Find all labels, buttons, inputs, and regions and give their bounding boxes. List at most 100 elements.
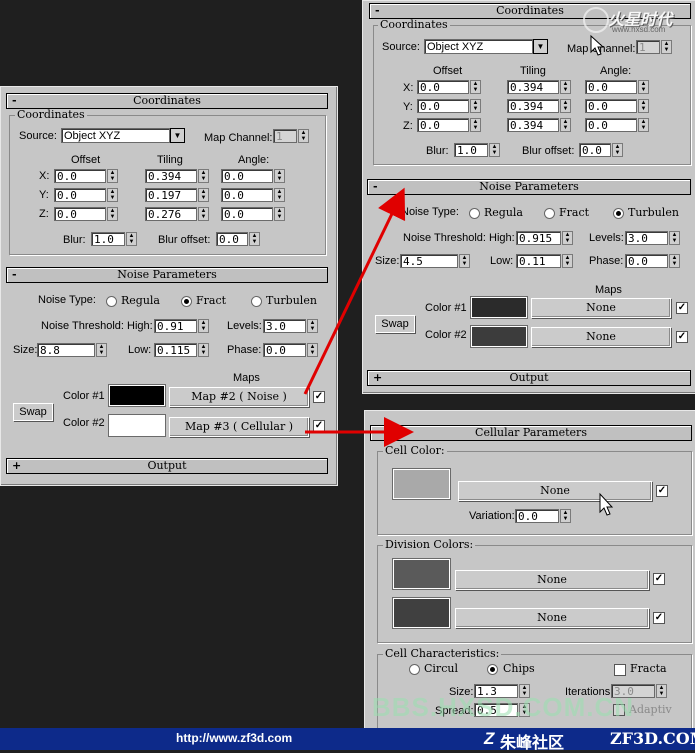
tiling-y-field[interactable]: 0.394 [507,99,559,113]
color1-map-checkbox[interactable]: ✓ [313,391,325,403]
levels-field[interactable]: 3.0 [625,231,668,245]
chevron-down-icon[interactable]: ▼ [533,39,548,54]
tiling-z-field[interactable]: 0.276 [145,207,197,221]
spinner-arrows-icon[interactable]: ▲ ▼ [198,169,209,183]
spinner-arrows-icon[interactable]: ▲ ▼ [661,40,672,54]
levels-field[interactable]: 3.0 [263,319,306,333]
spinner-arrows-icon[interactable]: ▲ ▼ [560,509,571,523]
offset-x-spinner[interactable]: 0.0 ▲ ▼ [54,169,118,183]
division-color2-checkbox[interactable]: ✓ [653,612,665,624]
spinner-arrows-icon[interactable]: ▲ ▼ [198,343,209,357]
blur-offset-spinner[interactable]: 0.0 ▲ ▼ [579,143,623,157]
tiling-x-spinner[interactable]: 0.394 ▲ ▼ [507,80,571,94]
variation-spinner[interactable]: 0.0 ▲ ▼ [515,509,571,523]
high-field[interactable]: 0.91 [154,319,197,333]
color1-map-button[interactable]: None [531,298,671,318]
spinner-arrows-icon[interactable]: ▲ ▼ [274,169,285,183]
cell-color-map-button[interactable]: None [458,481,652,501]
spinner-arrows-icon[interactable]: ▲ ▼ [669,231,680,245]
blur-field[interactable]: 1.0 [454,143,488,157]
swap-button[interactable]: Swap [13,403,53,421]
spinner-arrows-icon[interactable]: ▲ ▼ [470,99,481,113]
blur-offset-spinner[interactable]: 0.0 ▲ ▼ [216,232,260,246]
offset-y-spinner[interactable]: 0.0 ▲ ▼ [417,99,481,113]
angle-x-spinner[interactable]: 0.0 ▲ ▼ [221,169,285,183]
color2-map-button[interactable]: None [531,327,671,347]
offset-z-field[interactable]: 0.0 [417,118,469,132]
blur-offset-field[interactable]: 0.0 [216,232,248,246]
angle-z-spinner[interactable]: 0.0 ▲ ▼ [221,207,285,221]
output-rollout[interactable]: + Output [6,458,328,474]
angle-z-field[interactable]: 0.0 [221,207,273,221]
division-color2-map-button[interactable]: None [455,608,649,628]
angle-y-field[interactable]: 0.0 [221,188,273,202]
high-field[interactable]: 0.915 [516,231,561,245]
spinner-arrows-icon[interactable]: ▲ ▼ [107,169,118,183]
color1-map-button[interactable]: Map #2 ( Noise ) [169,387,309,407]
offset-z-spinner[interactable]: 0.0 ▲ ▼ [417,118,481,132]
blur-spinner[interactable]: 1.0 ▲ ▼ [91,232,137,246]
noise-parameters-rollout[interactable]: - Noise Parameters [6,267,328,283]
tiling-z-spinner[interactable]: 0.394 ▲ ▼ [507,118,571,132]
size-field[interactable]: 4.5 [400,254,458,268]
tiling-y-spinner[interactable]: 0.394 ▲ ▼ [507,99,571,113]
angle-y-field[interactable]: 0.0 [585,99,637,113]
color1-swatch[interactable] [470,296,528,319]
spinner-arrows-icon[interactable]: ▲ ▼ [307,319,318,333]
radio-circular[interactable] [409,664,420,675]
division-color1-checkbox[interactable]: ✓ [653,573,665,585]
tiling-x-spinner[interactable]: 0.394 ▲ ▼ [145,169,209,183]
offset-z-field[interactable]: 0.0 [54,207,106,221]
spinner-arrows-icon[interactable]: ▲ ▼ [656,684,667,698]
spinner-arrows-icon[interactable]: ▲ ▼ [560,80,571,94]
fractal-checkbox[interactable] [614,664,626,676]
size-field[interactable]: 8.8 [37,343,95,357]
blur-offset-field[interactable]: 0.0 [579,143,611,157]
spinner-arrows-icon[interactable]: ▲ ▼ [470,118,481,132]
map-channel-spinner[interactable]: 1 ▲ ▼ [273,129,309,143]
color1-map-checkbox[interactable]: ✓ [676,302,688,314]
spinner-arrows-icon[interactable]: ▲ ▼ [562,254,573,268]
spinner-arrows-icon[interactable]: ▲ ▼ [198,319,209,333]
spinner-arrows-icon[interactable]: ▲ ▼ [107,207,118,221]
cell-color-map-checkbox[interactable]: ✓ [656,485,668,497]
angle-y-spinner[interactable]: 0.0 ▲ ▼ [221,188,285,202]
spinner-arrows-icon[interactable]: ▲ ▼ [560,99,571,113]
tiling-x-field[interactable]: 0.394 [145,169,197,183]
radio-regular[interactable] [106,296,117,307]
spinner-arrows-icon[interactable]: ▲ ▼ [274,188,285,202]
variation-field[interactable]: 0.0 [515,509,559,523]
offset-x-spinner[interactable]: 0.0 ▲ ▼ [417,80,481,94]
phase-spinner[interactable]: 0.0 ▲ ▼ [625,254,680,268]
offset-y-field[interactable]: 0.0 [54,188,106,202]
tiling-x-field[interactable]: 0.394 [507,80,559,94]
spinner-arrows-icon[interactable]: ▲ ▼ [459,254,470,268]
tiling-z-spinner[interactable]: 0.276 ▲ ▼ [145,207,209,221]
footer-url[interactable]: http://www.zf3d.com [176,731,292,745]
spinner-arrows-icon[interactable]: ▲ ▼ [489,143,500,157]
phase-spinner[interactable]: 0.0 ▲ ▼ [263,343,318,357]
division-color1-map-button[interactable]: None [455,570,649,590]
swap-button[interactable]: Swap [375,315,415,333]
spinner-arrows-icon[interactable]: ▲ ▼ [612,143,623,157]
color2-map-checkbox[interactable]: ✓ [313,420,325,432]
radio-regular[interactable] [469,208,480,219]
color2-map-button[interactable]: Map #3 ( Cellular ) [169,417,309,437]
offset-z-spinner[interactable]: 0.0 ▲ ▼ [54,207,118,221]
spinner-arrows-icon[interactable]: ▲ ▼ [470,80,481,94]
spinner-arrows-icon[interactable]: ▲ ▼ [126,232,137,246]
radio-fractal[interactable] [181,296,192,307]
radio-turbulence[interactable] [613,208,624,219]
source-dropdown[interactable]: Object XYZ ▼ [61,128,185,143]
spinner-arrows-icon[interactable]: ▲ ▼ [307,343,318,357]
angle-x-field[interactable]: 0.0 [221,169,273,183]
noise-parameters-rollout[interactable]: - Noise Parameters [367,179,691,195]
offset-x-field[interactable]: 0.0 [54,169,106,183]
division-color1-swatch[interactable] [392,558,451,590]
high-spinner[interactable]: 0.915 ▲ ▼ [516,231,573,245]
radio-turbulence[interactable] [251,296,262,307]
source-dropdown[interactable]: Object XYZ ▼ [424,39,548,54]
low-field[interactable]: 0.11 [516,254,561,268]
high-spinner[interactable]: 0.91 ▲ ▼ [154,319,209,333]
levels-spinner[interactable]: 3.0 ▲ ▼ [263,319,318,333]
